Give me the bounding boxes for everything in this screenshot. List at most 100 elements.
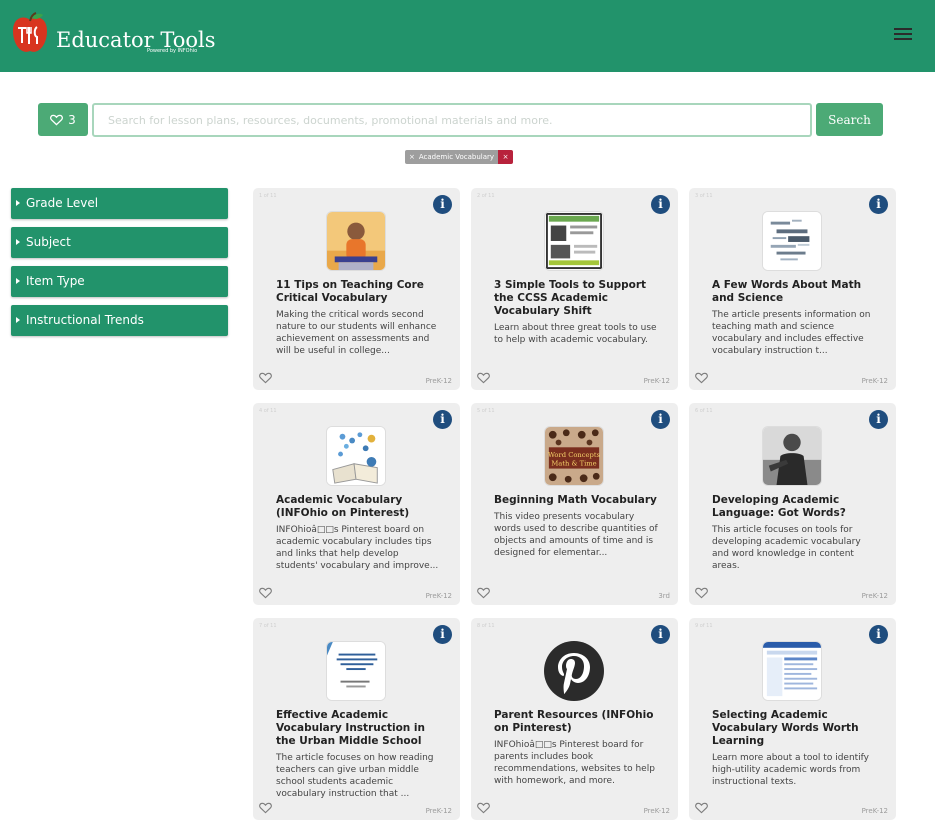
card-description: This article focuses on tools for develo… [712,525,861,571]
card-grade: PreK-12 [425,377,452,385]
card-count: 4 of 11 [259,408,277,414]
card-description: Making the critical words second nature … [276,310,437,356]
card-thumbnail [326,426,386,486]
info-icon[interactable]: i [433,410,452,429]
apple-logo-icon[interactable] [10,11,50,57]
card-grade: PreK-12 [643,807,670,815]
heart-icon[interactable] [259,587,272,599]
card-description: The article focuses on how reading teach… [276,753,434,799]
heart-icon[interactable] [477,587,490,599]
thumb-text-line2: Math & Time [551,460,596,468]
card-grade: 3rd [658,592,670,600]
card-title: A Few Words About Math and Science [712,279,862,304]
resource-card[interactable]: 3 of 11 i A Few Words About Math and Sci… [689,188,896,390]
filter-grade-level[interactable]: Grade Level [11,188,228,219]
filter-tag[interactable]: × Academic Vocabulary [405,150,499,164]
resource-card[interactable]: 5 of 11 i Word Concepts Math & Time Begi… [471,403,678,605]
heart-icon[interactable] [477,802,490,814]
card-description: The article presents information on teac… [712,310,871,356]
card-count: 9 of 11 [695,623,713,629]
resource-card[interactable]: 8 of 11 i Parent Resources (INFOhio on P… [471,618,678,820]
heart-icon[interactable] [259,372,272,384]
remove-filter-icon[interactable]: × [409,150,415,164]
resource-card[interactable]: 2 of 11 i 3 Simple Tools to Support the … [471,188,678,390]
card-grade: PreK-12 [861,377,888,385]
card-title: 3 Simple Tools to Support the CCSS Acade… [494,279,647,317]
card-title: Developing Academic Language: Got Words? [712,494,846,519]
info-icon[interactable]: i [869,410,888,429]
heart-icon[interactable] [259,802,272,814]
card-count: 5 of 11 [477,408,495,414]
caret-right-icon [16,200,20,206]
info-icon[interactable]: i [651,625,670,644]
card-count: 3 of 11 [695,193,713,199]
info-icon[interactable]: i [433,195,452,214]
card-description: INFOhioâ□□s Pinterest board on academic … [276,525,439,571]
clear-filters-button[interactable]: × [498,150,514,164]
card-grade: PreK-12 [861,807,888,815]
info-icon[interactable]: i [869,625,888,644]
card-title: Parent Resources (INFOhio on Pinterest) [494,709,654,734]
filter-item-type[interactable]: Item Type [11,266,228,297]
heart-icon[interactable] [477,372,490,384]
card-grade: PreK-12 [425,592,452,600]
card-grade: PreK-12 [861,592,888,600]
search-input[interactable] [92,103,812,137]
card-thumbnail: Word Concepts Math & Time [544,426,604,486]
heart-icon[interactable] [695,587,708,599]
card-title: Selecting Academic Vocabulary Words Wort… [712,709,859,747]
filter-tag-label: Academic Vocabulary [418,153,495,161]
card-title: Effective Academic Vocabulary Instructio… [276,709,425,747]
card-thumbnail [326,211,386,271]
resource-card[interactable]: 7 of 11 i Effective Academic Vocabulary … [253,618,460,820]
card-count: 1 of 11 [259,193,277,199]
card-thumbnail [326,641,386,701]
card-thumbnail [762,211,822,271]
caret-right-icon [16,317,20,323]
pinterest-icon [544,641,604,701]
card-grade: PreK-12 [425,807,452,815]
card-thumbnail [762,641,822,701]
card-description: INFOhioâ□□s Pinterest board for parents … [494,740,655,786]
card-count: 7 of 11 [259,623,277,629]
card-title: Academic Vocabulary (INFOhio on Pinteres… [276,494,410,519]
filter-label: Instructional Trends [26,313,144,327]
resource-card[interactable]: 9 of 11 i Selecting Academic Vocabulary … [689,618,896,820]
filter-instructional-trends[interactable]: Instructional Trends [11,305,228,336]
heart-icon[interactable] [695,802,708,814]
card-count: 6 of 11 [695,408,713,414]
filter-sidebar: Grade Level Subject Item Type Instructio… [11,188,228,344]
filter-subject[interactable]: Subject [11,227,228,258]
filter-label: Subject [26,235,71,249]
card-count: 2 of 11 [477,193,495,199]
info-icon[interactable]: i [869,195,888,214]
card-thumbnail [544,211,604,271]
resource-card[interactable]: 1 of 11 i 11 Tips on Teaching Core Criti… [253,188,460,390]
search-button[interactable]: Search [816,103,883,136]
hamburger-icon[interactable] [894,28,912,42]
filter-label: Item Type [26,274,85,288]
card-description: This video presents vocabulary words use… [494,512,658,558]
favorites-count: 3 [68,112,76,127]
active-filter-chip: × Academic Vocabulary × [405,150,514,164]
powered-by-label: Powered by INFOhio [147,48,198,54]
card-description: Learn about three great tools to use to … [494,323,657,345]
heart-icon [50,114,64,126]
info-icon[interactable]: i [433,625,452,644]
heart-icon[interactable] [695,372,708,384]
card-title: Beginning Math Vocabulary [494,494,657,506]
caret-right-icon [16,239,20,245]
app-header: Educator Tools Powered by INFOhio [0,0,935,72]
filter-label: Grade Level [26,196,99,210]
resource-card[interactable]: 6 of 11 i Developing Academic Language: … [689,403,896,605]
thumb-text-line1: Word Concepts [548,451,601,459]
card-thumbnail [762,426,822,486]
info-icon[interactable]: i [651,195,670,214]
resource-card[interactable]: 4 of 11 i Academic Vocabulary (INFOhio o… [253,403,460,605]
card-grade: PreK-12 [643,377,670,385]
info-icon[interactable]: i [651,410,670,429]
caret-right-icon [16,278,20,284]
card-count: 8 of 11 [477,623,495,629]
favorites-button[interactable]: 3 [38,103,88,136]
card-description: Learn more about a tool to identify high… [712,753,870,787]
